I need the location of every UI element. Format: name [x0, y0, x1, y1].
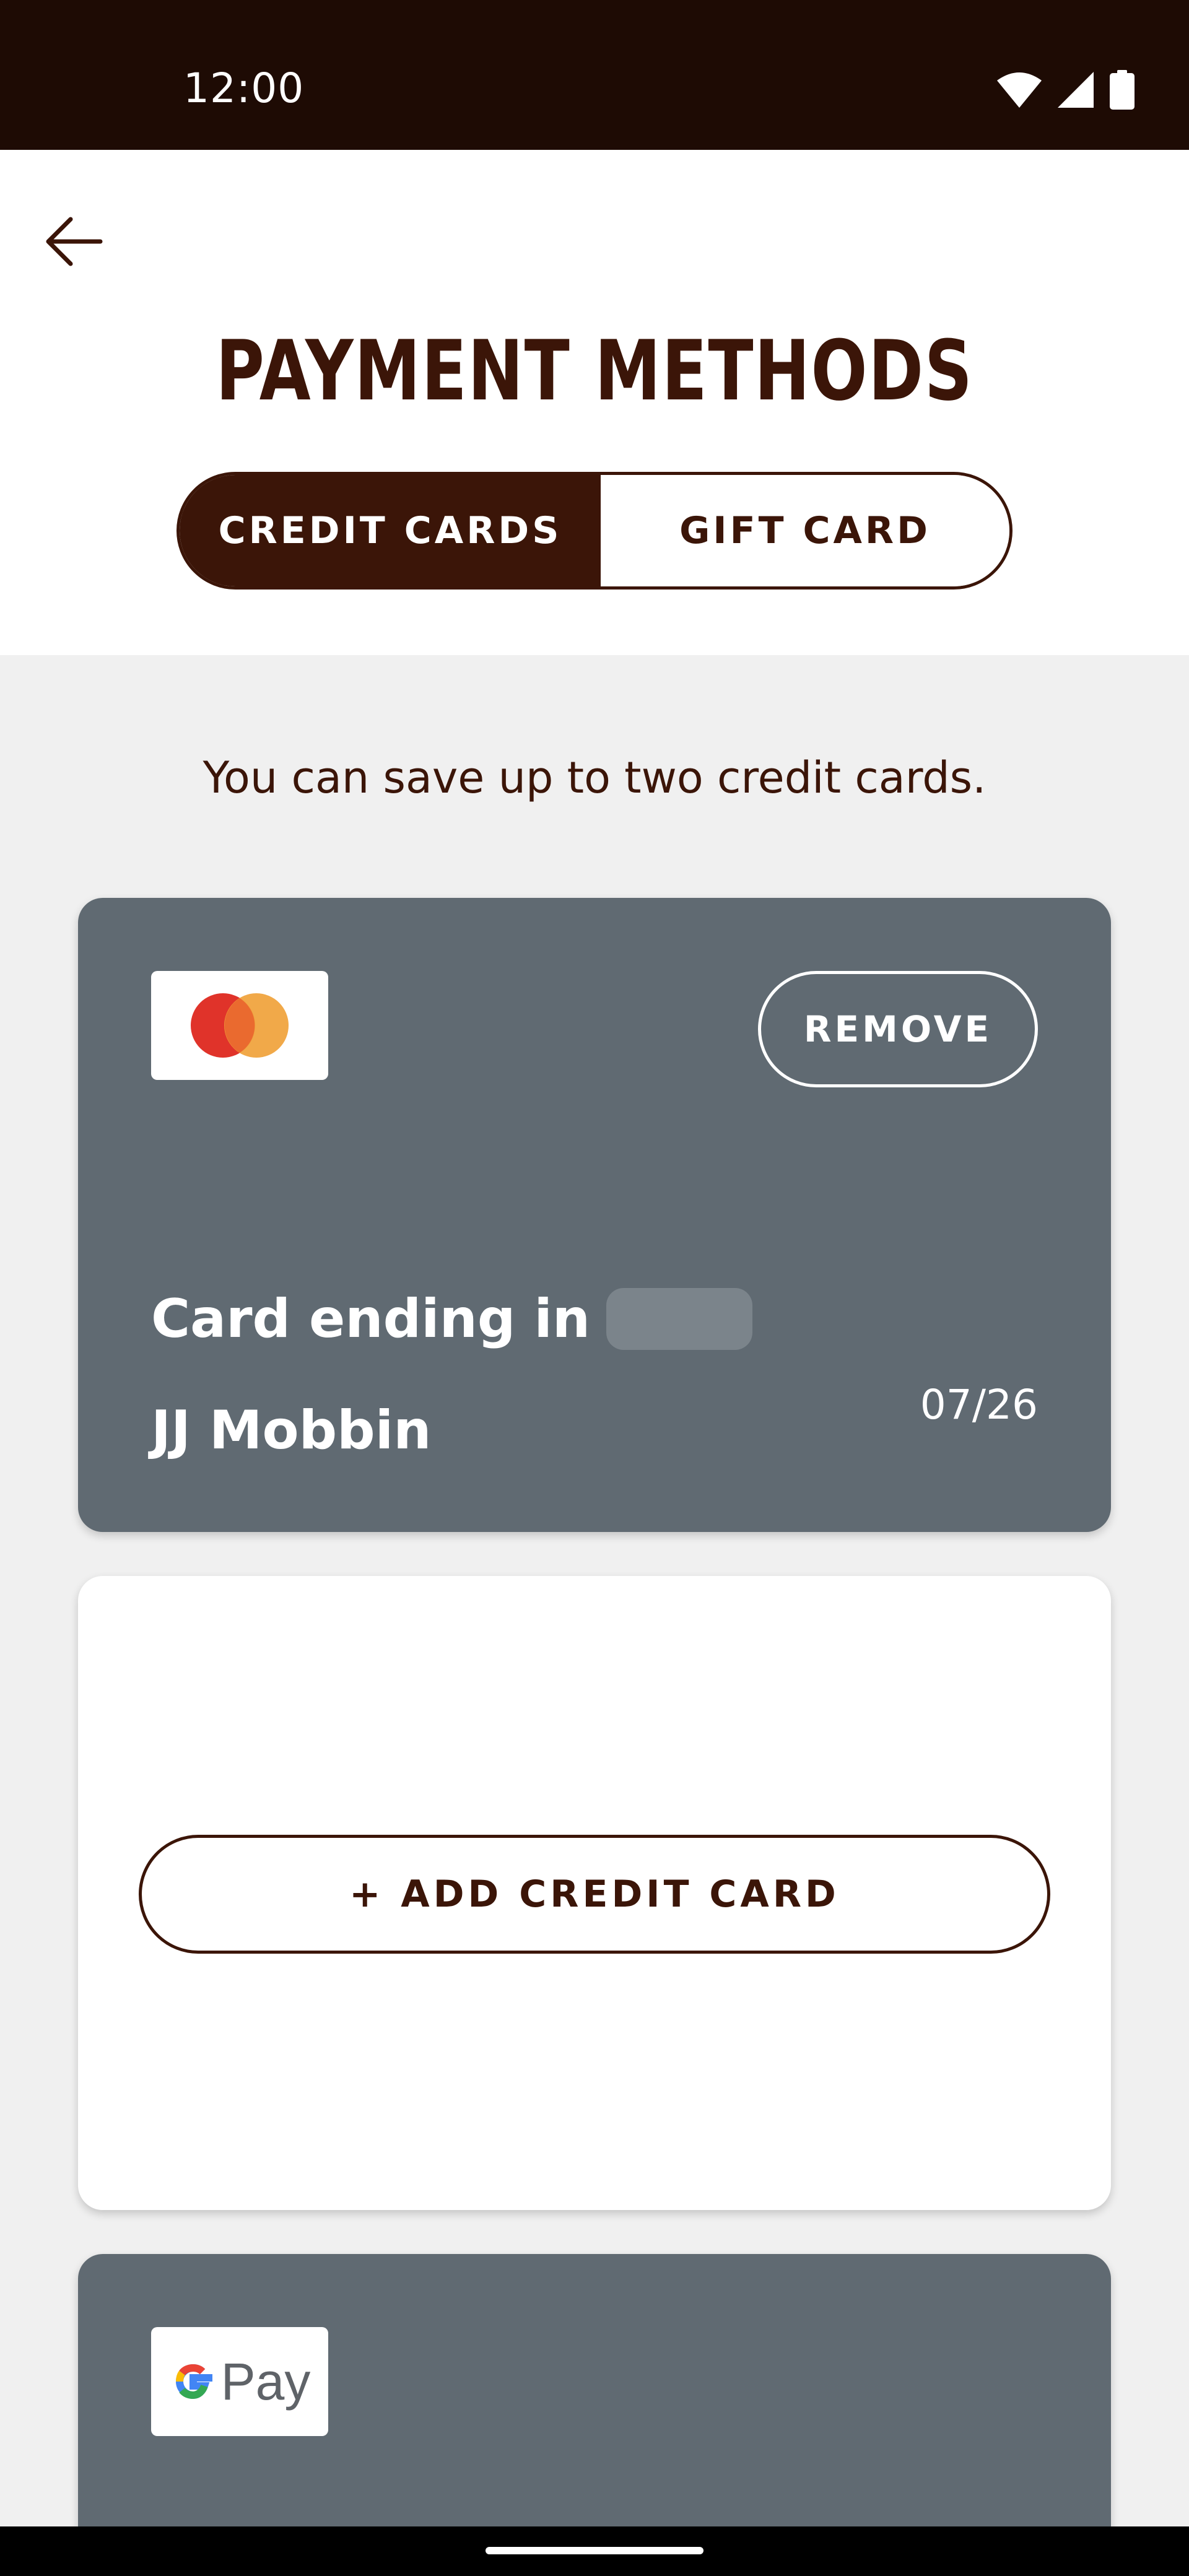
status-time: 12:00 — [183, 64, 305, 112]
info-text: You can save up to two credit cards. — [203, 752, 986, 803]
navigation-bar — [0, 2526, 1189, 2576]
google-pay-text: Pay — [220, 2352, 311, 2411]
tab-credit-cards[interactable]: CREDIT CARDS — [180, 475, 601, 586]
battery-icon — [1110, 70, 1135, 110]
add-card-panel: + ADD CREDIT CARD — [78, 1576, 1111, 2210]
wifi-icon — [997, 72, 1042, 108]
card-ending: Card ending in — [151, 1288, 753, 1350]
status-bar: 12:00 — [0, 0, 1189, 150]
mastercard-logo — [151, 971, 328, 1080]
payment-tabs: CREDIT CARDS GIFT CARD — [176, 472, 1013, 590]
google-pay-logo: Pay — [151, 2327, 328, 2436]
home-gesture-handle[interactable] — [486, 2547, 703, 2554]
back-button[interactable] — [37, 199, 111, 286]
masked-card-digits — [606, 1288, 753, 1350]
tab-gift-card[interactable]: GIFT CARD — [601, 475, 1009, 586]
header: PAYMENT METHODS CREDIT CARDS GIFT CARD — [0, 150, 1189, 655]
card-expiry: 07/26 — [920, 1381, 1038, 1429]
page-title: PAYMENT METHODS — [216, 323, 973, 419]
saved-credit-card: REMOVE Card ending in JJ Mobbin 07/26 — [78, 898, 1111, 1532]
status-icons — [997, 68, 1135, 111]
cellular-signal-icon — [1058, 72, 1094, 108]
payment-methods-screen: 12:00 PAYMENT METHODS CREDIT CARDS GIFT … — [0, 0, 1189, 2576]
card-ending-label: Card ending in — [151, 1288, 591, 1350]
cardholder-name: JJ Mobbin — [151, 1399, 432, 1461]
remove-card-button[interactable]: REMOVE — [758, 971, 1038, 1087]
add-credit-card-button[interactable]: + ADD CREDIT CARD — [139, 1835, 1050, 1954]
google-g-icon — [175, 2364, 212, 2400]
arrow-left-icon — [43, 211, 105, 275]
